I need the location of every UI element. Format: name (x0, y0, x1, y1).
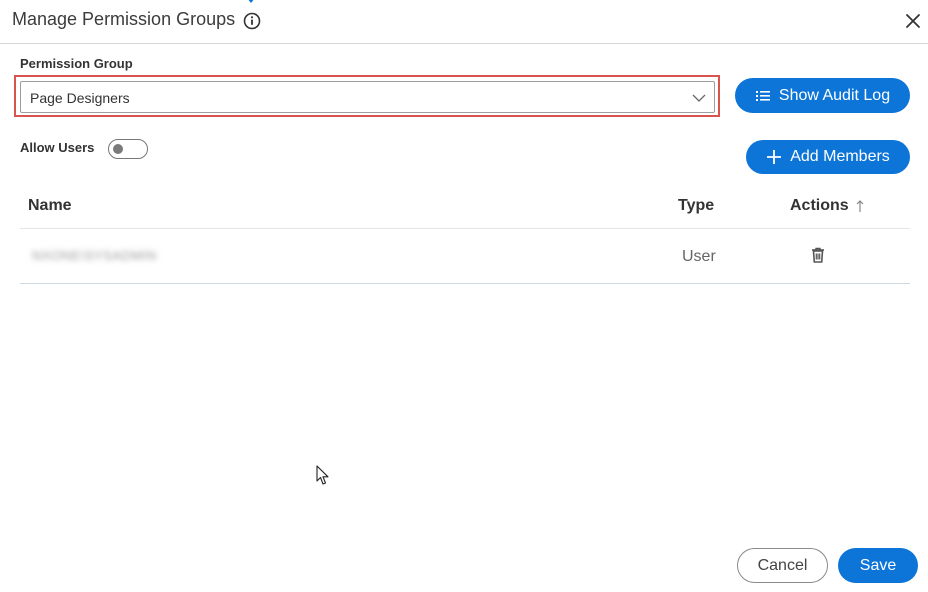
permission-group-select[interactable]: Page Designers (20, 81, 715, 113)
trash-icon[interactable] (809, 246, 827, 264)
chevron-down-icon (692, 94, 706, 102)
dialog-title: Manage Permission Groups (12, 9, 261, 30)
pointer-marker-icon (248, 0, 254, 3)
dialog-header: Manage Permission Groups (0, 0, 928, 44)
add-members-label: Add Members (790, 148, 890, 165)
column-header-type[interactable]: Type (678, 197, 714, 215)
members-table: Name Type Actions NXONE\SYSADMIN User (20, 182, 910, 284)
member-name: NXONE\SYSADMIN (32, 248, 157, 263)
dialog-title-text: Manage Permission Groups (12, 9, 236, 29)
save-button[interactable]: Save (838, 548, 918, 583)
mouse-cursor-icon (316, 465, 329, 485)
member-type: User (682, 248, 716, 265)
sort-ascending-icon (856, 200, 864, 212)
toggle-knob (113, 144, 123, 154)
table-row: NXONE\SYSADMIN User (20, 229, 910, 284)
add-members-button[interactable]: Add Members (746, 140, 910, 174)
info-icon[interactable] (243, 12, 261, 30)
column-header-name[interactable]: Name (28, 197, 72, 215)
allow-users-label: Allow Users (20, 140, 95, 155)
column-header-actions[interactable]: Actions (790, 197, 865, 215)
permission-group-label: Permission Group (20, 56, 133, 71)
list-icon (755, 90, 770, 101)
show-audit-log-label: Show Audit Log (778, 86, 891, 104)
cancel-button[interactable]: Cancel (737, 548, 828, 583)
plus-icon (767, 150, 782, 164)
table-header: Name Type Actions (20, 182, 910, 229)
show-audit-log-button[interactable]: Show Audit Log (735, 78, 910, 113)
allow-users-toggle[interactable] (108, 139, 148, 159)
close-icon[interactable] (904, 12, 922, 30)
permission-group-selected-value: Page Designers (30, 90, 130, 106)
column-header-actions-label: Actions (790, 197, 849, 214)
